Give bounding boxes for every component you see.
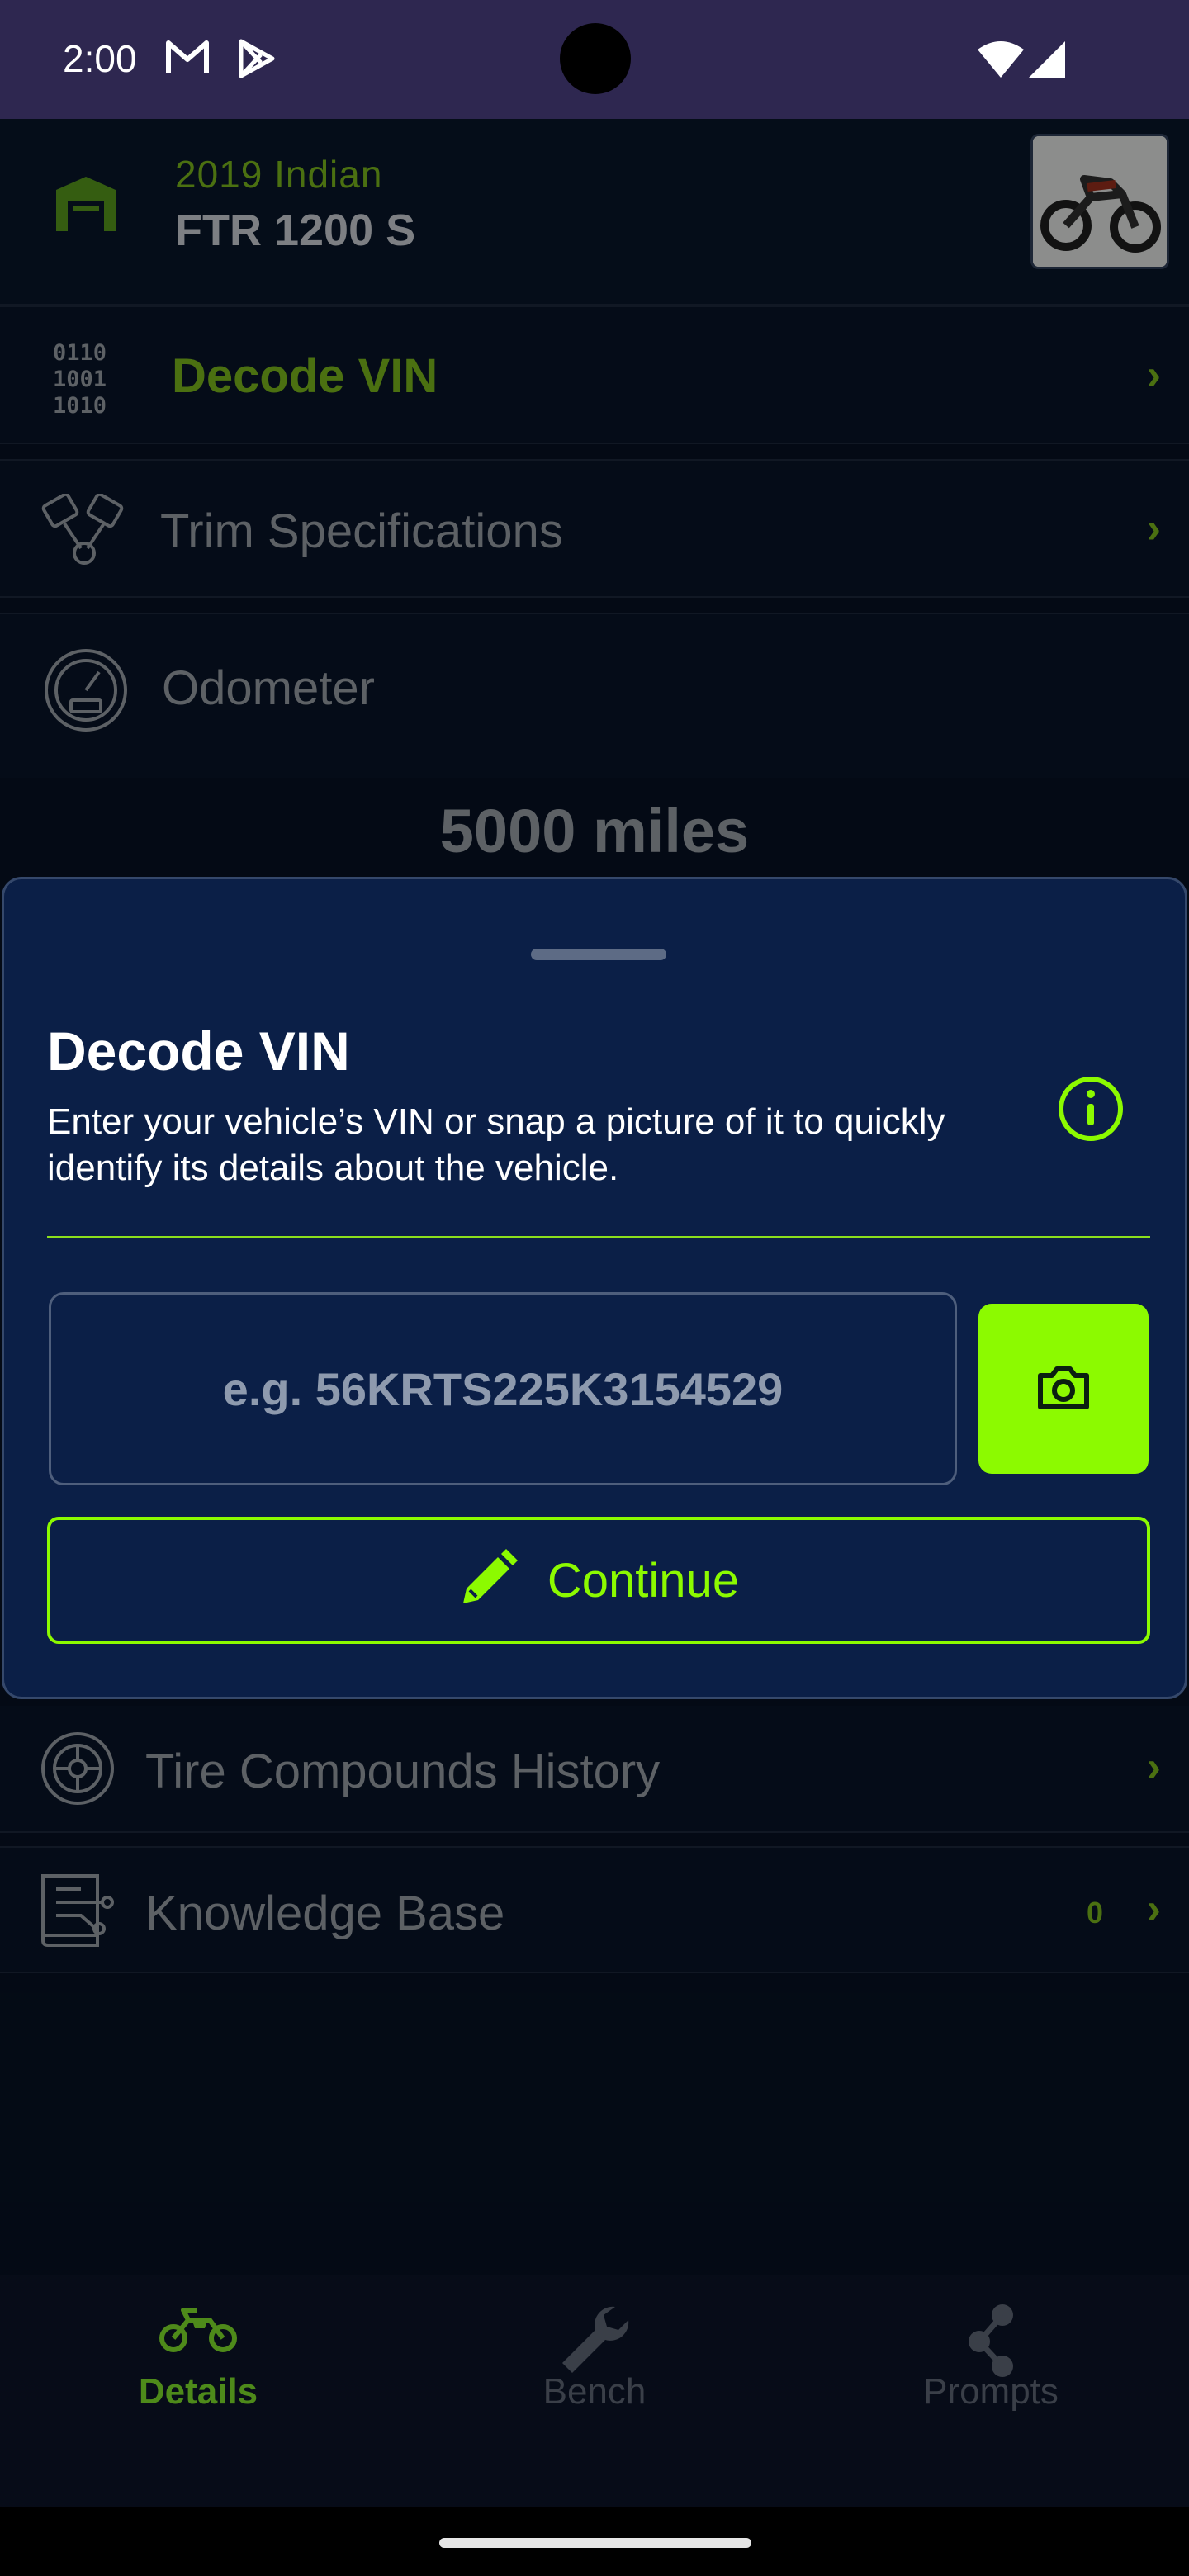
share-nodes-icon xyxy=(793,2304,1189,2378)
tire-compounds-history-row[interactable]: Tire Compounds History › xyxy=(0,1706,1189,1833)
decode-vin-sheet: Decode VIN Enter your vehicle’s VIN or s… xyxy=(2,877,1187,1699)
cellular-signal-icon xyxy=(1029,41,1065,82)
chevron-right-icon: › xyxy=(1146,1743,1161,1791)
sheet-description: Enter your vehicle’s VIN or snap a pictu… xyxy=(47,1101,945,1188)
nav-details[interactable]: Details xyxy=(0,2275,396,2507)
motorcycle-icon xyxy=(0,2304,396,2353)
nav-bench[interactable]: Bench xyxy=(396,2275,793,2507)
vehicle-header: 2019 Indian FTR 1200 S xyxy=(0,119,1189,305)
odometer-row: Odometer xyxy=(0,613,1189,778)
decode-vin-label: Decode VIN xyxy=(172,349,438,403)
nav-bench-label: Bench xyxy=(542,2371,647,2412)
camera-scan-button[interactable] xyxy=(978,1304,1149,1474)
sheet-drag-handle[interactable] xyxy=(531,949,666,960)
tire-compounds-history-label: Tire Compounds History xyxy=(145,1745,661,1798)
vehicle-thumbnail[interactable] xyxy=(1030,134,1169,269)
nav-details-label: Details xyxy=(138,2371,258,2412)
svg-text:1010: 1010 xyxy=(53,393,107,416)
odometer-value: 5000 miles xyxy=(439,797,750,865)
info-icon[interactable] xyxy=(1056,1074,1125,1144)
svg-text:1001: 1001 xyxy=(53,367,107,392)
knowledge-base-row[interactable]: Knowledge Base 0 › xyxy=(0,1846,1189,1973)
knowledge-book-icon xyxy=(36,1869,119,1956)
pencil-icon xyxy=(458,1548,518,1612)
sheet-title: Decode VIN xyxy=(47,1020,350,1082)
garage-icon xyxy=(53,173,119,237)
sheet-divider xyxy=(47,1236,1150,1238)
camera-icon xyxy=(1035,1364,1092,1414)
vin-input[interactable] xyxy=(49,1292,957,1485)
chevron-right-icon: › xyxy=(1146,1885,1161,1933)
motorcycle-photo xyxy=(1033,136,1167,267)
nav-prompts-label: Prompts xyxy=(923,2371,1059,2412)
odometer-label: Odometer xyxy=(162,661,375,715)
speedometer-icon xyxy=(43,647,129,737)
continue-label: Continue xyxy=(547,1553,740,1608)
vehicle-model: FTR 1200 S xyxy=(175,206,416,255)
system-gesture-bar xyxy=(0,2507,1189,2576)
trim-specifications-label: Trim Specifications xyxy=(160,504,563,558)
bottom-navigation: Details Bench Prompts xyxy=(0,2275,1189,2507)
gmail-icon xyxy=(165,38,210,80)
front-camera-cutout xyxy=(560,23,631,94)
binary-code-icon: 0110 1001 1010 xyxy=(51,337,130,420)
knowledge-base-label: Knowledge Base xyxy=(145,1887,505,1940)
wrench-icon xyxy=(396,2304,793,2378)
trim-specifications-row[interactable]: Trim Specifications › xyxy=(0,459,1189,598)
status-bar: 2:00 xyxy=(0,0,1189,119)
tire-icon xyxy=(40,1731,116,1811)
home-gesture-handle[interactable] xyxy=(439,2538,751,2548)
vehicle-year-make: 2019 Indian xyxy=(175,153,383,196)
chevron-right-icon: › xyxy=(1146,504,1161,552)
continue-button[interactable]: Continue xyxy=(47,1517,1150,1644)
wifi-icon xyxy=(978,41,1024,82)
play-store-icon xyxy=(236,38,277,83)
svg-text:0110: 0110 xyxy=(53,340,107,366)
pistons-icon xyxy=(40,492,129,571)
nav-prompts[interactable]: Prompts xyxy=(793,2275,1189,2507)
status-time: 2:00 xyxy=(63,37,137,80)
knowledge-base-count-badge: 0 xyxy=(1086,1896,1103,1930)
decode-vin-row[interactable]: 0110 1001 1010 Decode VIN › xyxy=(0,305,1189,444)
chevron-right-icon: › xyxy=(1146,351,1161,399)
